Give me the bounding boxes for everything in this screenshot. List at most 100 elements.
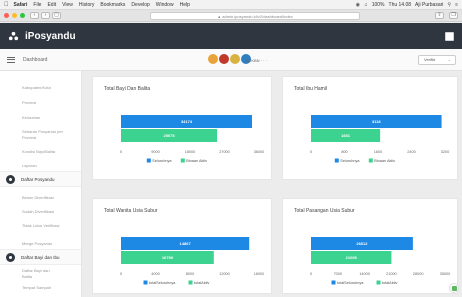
menu-list-icon[interactable]: ≡ xyxy=(455,2,458,8)
chart-svg: 14867 10759 0 4000 8000 12000 16000 totalSeluru… xyxy=(120,237,265,285)
bar-value-label: 3118 xyxy=(372,119,381,124)
emblem-3-logo xyxy=(230,54,240,64)
sidebar-item-merge[interactable]: Merge Posyandu xyxy=(0,241,81,247)
tabs-icon[interactable]: ❐ xyxy=(449,12,458,19)
menu-help[interactable]: Help xyxy=(180,2,190,8)
menu-history[interactable]: History xyxy=(79,2,95,8)
sidebar-item-kondisi[interactable]: Kondisi Bayi/Balita xyxy=(0,149,81,155)
close-window-button[interactable] xyxy=(4,13,9,18)
sidebar-item-tidak-lolos[interactable]: Tidak Lolos Verifikasi xyxy=(0,223,60,229)
browser-toolbar: ‹ › ▢ ▲ admin.iposyandu.id/v2/dashboard/… xyxy=(0,10,462,22)
sidebar-group-daftar-posyandu[interactable]: Daftar Posyandu xyxy=(0,171,81,187)
breadcrumb-dashboard: Dashboard xyxy=(23,56,48,63)
legend-swatch xyxy=(334,158,339,163)
sidebar-item-tempat-sampah[interactable]: Tempat Sampah xyxy=(0,285,81,291)
volume-icon[interactable]: ♫ xyxy=(364,2,368,8)
sidebar-toggle-icon[interactable]: ▢ xyxy=(52,12,61,19)
sidebar-item-provinsi[interactable]: Provinsi xyxy=(0,100,81,106)
x-tick-label: 28000 xyxy=(413,272,424,276)
legend-swatch xyxy=(376,280,381,285)
legend-label: Seluruhnya xyxy=(152,159,172,163)
sidebar-item-sudah[interactable]: Sudah Diverifikasi xyxy=(0,209,81,215)
bkkbn-label: BKKBN · · · xyxy=(246,58,267,63)
menu-status-area: ◉ ♫ 100% Thu 14.08 Aji Purbasari ⚲ ≡ xyxy=(356,2,458,8)
x-tick-label: 0 xyxy=(310,150,312,154)
sidebar-item-sebaran[interactable]: Sebaran Posyandu per Provinsi xyxy=(0,129,66,140)
sidebar-group-label: Daftar Bayi dan Ibu xyxy=(21,254,60,260)
shield-status-icon[interactable] xyxy=(449,283,459,293)
sub-header: Dashboard BKKBN · · · Verifkt ⌄ xyxy=(0,49,462,71)
chart-card-pasangan-usia-subur: Total Pasangan Usia Subur 26612 21005 0 700… xyxy=(282,198,458,294)
x-tick-label: 3200 xyxy=(441,150,449,154)
chart-card-bayi-balita: Total Bayi Dan Balita 34174 25075 0 9000 180… xyxy=(92,76,272,180)
legend-swatch xyxy=(146,158,151,163)
x-tick-label: 0 xyxy=(120,272,122,276)
hamburger-menu-icon[interactable] xyxy=(7,56,15,63)
settings-icon xyxy=(6,252,15,262)
x-tick-label: 36000 xyxy=(254,150,265,154)
sidebar: Kabupaten/Kota Provinsi Kelurahan Sebara… xyxy=(0,71,82,297)
legend-label: totalSeluruhnya xyxy=(337,281,364,285)
sidebar-item-laporan[interactable]: Laporan xyxy=(0,163,81,169)
wifi-icon[interactable]: ◉ xyxy=(356,2,360,8)
x-tick-label: 16000 xyxy=(254,272,265,276)
sidebar-group-label: Daftar Posyandu xyxy=(21,176,55,182)
emblem-1-logo xyxy=(208,54,218,64)
app-header: iPosyandu xyxy=(0,23,462,49)
legend-label: Seluruhnya xyxy=(340,159,360,163)
menu-safari[interactable]: Safari xyxy=(14,2,28,8)
sidebar-item-belum[interactable]: Belum Diverifikasi xyxy=(0,195,81,201)
bar-value-label: 14867 xyxy=(180,241,192,246)
legend-swatch xyxy=(180,158,185,163)
user-name[interactable]: Aji Purbasari xyxy=(415,2,443,8)
sidebar-group-daftar-bayi[interactable]: Daftar Bayi dan Ibu xyxy=(0,249,81,265)
bar-value-label: 26612 xyxy=(356,241,368,246)
x-tick-label: 18000 xyxy=(185,150,196,154)
settings-icon xyxy=(6,174,15,184)
x-tick-label: 14000 xyxy=(359,272,370,276)
menu-edit[interactable]: Edit xyxy=(47,2,56,8)
zoom-window-button[interactable] xyxy=(20,13,25,18)
back-button[interactable]: ‹ xyxy=(30,12,39,19)
menu-window[interactable]: Window xyxy=(156,2,174,8)
iposyandu-logo-icon xyxy=(8,31,19,40)
x-tick-label: 27000 xyxy=(219,150,230,154)
x-tick-label: 0 xyxy=(310,272,312,276)
menu-view[interactable]: View xyxy=(62,2,73,8)
legend-label: Binaan Aktiv xyxy=(186,159,207,163)
url-bar[interactable]: ▲ admin.iposyandu.id/v2/dashboard/index xyxy=(150,12,360,20)
apple-icon[interactable]:  xyxy=(4,2,9,8)
chevron-down-icon: ⌄ xyxy=(447,57,451,62)
x-tick-label: 7000 xyxy=(334,272,342,276)
app-title: iPosyandu xyxy=(25,30,76,42)
sidebar-item-kelurahan[interactable]: Kelurahan xyxy=(0,115,81,121)
legend-swatch xyxy=(188,280,193,285)
chart-svg: 26612 21005 0 7000 14000 21000 28000 35000 total… xyxy=(310,237,451,285)
legend-swatch xyxy=(143,280,148,285)
sidebar-item-daftar-bayi-balita[interactable]: Daftar Bayi dan Balita xyxy=(0,268,60,279)
bar-value-label: 10759 xyxy=(162,255,174,260)
sidebar-item-kabupaten[interactable]: Kabupaten/Kota xyxy=(0,85,81,91)
x-tick-label: 4000 xyxy=(151,272,159,276)
legend-swatch xyxy=(368,158,373,163)
chart-card-ibu-hamil: Total Ibu Hamil 3118 1651 0 800 1600 2400 3200… xyxy=(282,76,458,180)
bar-value-label: 25075 xyxy=(163,133,175,138)
search-icon[interactable]: ⚲ xyxy=(447,2,451,8)
menu-bookmarks[interactable]: Bookmarks xyxy=(100,2,125,8)
share-icon[interactable]: ⇧ xyxy=(435,12,444,19)
x-tick-label: 1600 xyxy=(374,150,382,154)
legend-label: totalAktiv xyxy=(194,281,210,285)
clock[interactable]: Thu 14.08 xyxy=(389,2,412,8)
legend-label: totalAktiv xyxy=(382,281,398,285)
header-menu-button[interactable] xyxy=(445,31,454,41)
menu-file[interactable]: File xyxy=(33,2,41,8)
forward-button[interactable]: › xyxy=(41,12,50,19)
chart-svg: 3118 1651 0 800 1600 2400 3200 Seluruhnya Binaan… xyxy=(310,115,449,163)
x-tick-label: 35000 xyxy=(440,272,451,276)
verification-select[interactable]: Verifkt ⌄ xyxy=(418,55,456,65)
x-tick-label: 21000 xyxy=(386,272,397,276)
menu-develop[interactable]: Develop xyxy=(131,2,149,8)
minimize-window-button[interactable] xyxy=(12,13,17,18)
battery-percent[interactable]: 100% xyxy=(372,2,385,8)
os-menu-bar:  Safari File Edit View History Bookmark… xyxy=(0,0,462,10)
